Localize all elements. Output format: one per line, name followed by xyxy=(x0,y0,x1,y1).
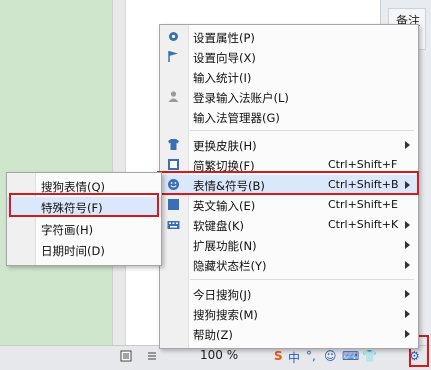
submenu-arrow-icon xyxy=(405,221,410,229)
sogou-logo-icon[interactable]: S xyxy=(274,349,283,363)
menu-item-setup-wizard[interactable]: 设置向导(X) xyxy=(160,47,418,67)
punctuation-toggle[interactable]: °, xyxy=(306,349,316,363)
submenu-arrow-icon xyxy=(405,290,410,298)
submenu-arrow-icon xyxy=(405,241,410,249)
menu-item-label: 输入统计(I) xyxy=(193,71,252,85)
menu-item-label: 帮助(Z) xyxy=(193,328,233,342)
menu-item-today-sogou[interactable]: 今日搜狗(J) xyxy=(160,284,418,304)
skin-icon[interactable]: 👕 xyxy=(362,349,377,363)
menu-item-english-input[interactable]: 英文输入(E) Ctrl+Shift+E xyxy=(160,195,418,215)
keyboard-icon xyxy=(167,221,180,229)
menu-item-change-skin[interactable]: 更换皮肤(H) xyxy=(160,135,418,155)
menu-item-extensions[interactable]: 扩展功能(N) xyxy=(160,235,418,255)
soft-keyboard-icon[interactable]: ⌨ xyxy=(342,349,359,363)
menu-item-label: 今日搜狗(J) xyxy=(193,288,252,302)
menu-item-login-account[interactable]: 登录输入法账户(L) xyxy=(160,87,418,107)
menu-item-label: 软键盘(K) xyxy=(193,219,245,233)
menu-item-label: 更换皮肤(H) xyxy=(193,139,257,153)
menu-item-label: 输入法管理器(G) xyxy=(193,111,280,125)
english-icon xyxy=(168,199,179,210)
menu-separator xyxy=(190,130,414,131)
menu-item-soft-keyboard[interactable]: 软键盘(K) Ctrl+Shift+K xyxy=(160,215,418,235)
submenu-item-date-time[interactable]: 日期时间(D) xyxy=(7,240,161,260)
submenu-arrow-icon xyxy=(405,141,410,149)
emoji-icon[interactable]: ☺ xyxy=(324,349,337,363)
highlight-box-emoji-symbols xyxy=(157,171,419,195)
shirt-icon xyxy=(168,139,179,150)
menu-item-label: 日期时间(D) xyxy=(41,244,105,258)
highlight-box-special-symbols xyxy=(9,193,159,217)
page-view-icon[interactable] xyxy=(120,350,132,362)
emoji-symbols-submenu: 搜狗表情(Q) 特殊符号(F) 字符画(H) 日期时间(D) xyxy=(6,172,162,266)
menu-item-input-stats[interactable]: 输入统计(I) xyxy=(160,67,418,87)
convert-icon xyxy=(168,159,179,170)
gear-icon xyxy=(169,32,178,41)
menu-item-hide-statusbar[interactable]: 隐藏状态栏(Y) xyxy=(160,255,418,275)
menu-item-shortcut: Ctrl+Shift+F xyxy=(328,158,398,171)
menu-item-ime-manager[interactable]: 输入法管理器(G) xyxy=(160,107,418,127)
menu-item-label: 字符画(H) xyxy=(41,223,94,237)
menu-item-help[interactable]: 帮助(Z) xyxy=(160,324,418,344)
menu-item-label: 英文输入(E) xyxy=(193,199,256,213)
menu-item-label: 登录输入法账户(L) xyxy=(193,91,289,105)
outline-view-icon[interactable] xyxy=(146,350,158,362)
menu-item-shortcut: Ctrl+Shift+E xyxy=(328,198,398,211)
menu-item-label: 隐藏状态栏(Y) xyxy=(193,259,267,273)
flag-icon xyxy=(168,51,178,62)
menu-item-label: 设置向导(X) xyxy=(193,51,256,65)
user-icon xyxy=(168,91,179,102)
menu-item-label: 搜狗搜索(M) xyxy=(193,308,258,322)
menu-item-label: 扩展功能(N) xyxy=(193,239,257,253)
menu-item-label: 设置属性(P) xyxy=(193,31,255,45)
submenu-item-char-art[interactable]: 字符画(H) xyxy=(7,219,161,239)
menu-separator xyxy=(190,279,414,280)
submenu-arrow-icon xyxy=(405,310,410,318)
submenu-arrow-icon xyxy=(405,330,410,338)
chinese-mode-toggle[interactable]: 中 xyxy=(288,349,300,366)
zoom-level[interactable]: 100 % xyxy=(200,348,238,362)
ime-status-bar: S 中 °, ☺ ⌨ 👕 ⚙ xyxy=(272,347,422,367)
menu-item-shortcut: Ctrl+Shift+K xyxy=(328,218,399,231)
menu-item-settings[interactable]: 设置属性(P) xyxy=(160,27,418,47)
menu-item-sogou-search[interactable]: 搜狗搜索(M) xyxy=(160,304,418,324)
submenu-arrow-icon xyxy=(405,261,410,269)
